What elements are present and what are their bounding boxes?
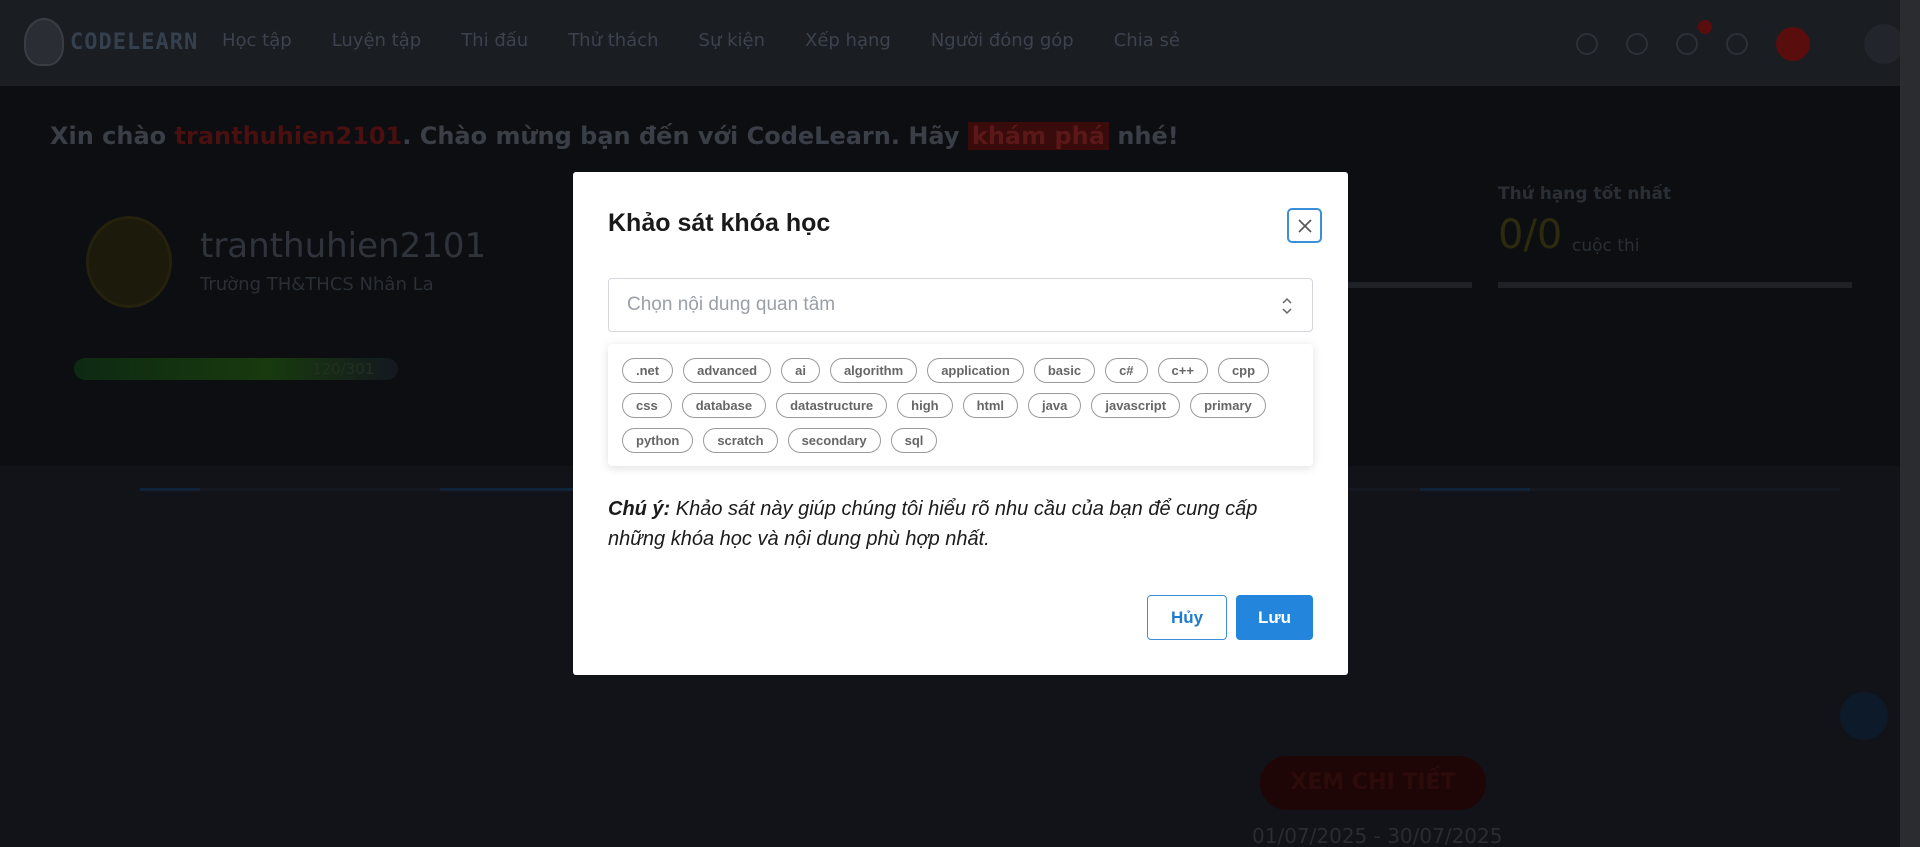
xp-progress-text: 120/301 xyxy=(312,360,375,378)
profile-school: Trường TH&THCS Nhân La xyxy=(200,274,434,295)
logo-text: CODELEARN xyxy=(70,29,199,55)
tag-options-dropdown: .net advanced ai algorithm application b… xyxy=(608,344,1313,466)
profile-avatar[interactable] xyxy=(86,216,172,308)
tag-option[interactable]: python xyxy=(622,428,694,453)
cancel-button[interactable]: Hủy xyxy=(1147,595,1227,640)
main-nav: Học tập Luyện tập Thi đấu Thử thách Sự k… xyxy=(222,30,1180,51)
tag-option[interactable]: cpp xyxy=(1217,358,1270,383)
tag-option[interactable]: database xyxy=(681,393,767,418)
user-avatar[interactable] xyxy=(1864,24,1904,64)
note-text: Khảo sát này giúp chúng tôi hiểu rõ nhu … xyxy=(608,498,1258,550)
tag-option[interactable]: .net xyxy=(622,358,674,383)
logo[interactable]: CODELEARN xyxy=(24,18,198,66)
explore-link[interactable]: khám phá xyxy=(967,122,1109,150)
stat-bar xyxy=(1498,282,1852,288)
nav-item-xep-hang[interactable]: Xếp hạng xyxy=(805,30,891,51)
tag-option[interactable]: advanced xyxy=(683,358,772,383)
greeting-suffix: nhé! xyxy=(1117,122,1179,150)
select-placeholder: Chọn nội dung quan tâm xyxy=(627,294,836,315)
greeting-mid: . Chào mừng bạn đến với CodeLearn. Hãy xyxy=(402,122,960,150)
nav-actions xyxy=(1576,24,1904,64)
profile-username: tranthuhien2101 xyxy=(200,226,487,266)
nav-item-luyen-tap[interactable]: Luyện tập xyxy=(332,30,422,51)
greeting-prefix: Xin chào xyxy=(50,122,167,150)
nav-item-chia-se[interactable]: Chia sẻ xyxy=(1114,30,1180,51)
tag-option[interactable]: css xyxy=(622,393,672,418)
nav-item-hoc-tap[interactable]: Học tập xyxy=(222,30,292,51)
scrollbar[interactable] xyxy=(1900,0,1920,847)
interest-select[interactable]: Chọn nội dung quan tâm xyxy=(608,278,1313,332)
chat-fab-icon[interactable] xyxy=(1840,692,1888,740)
tag-option[interactable]: high xyxy=(897,393,953,418)
tag-option[interactable]: basic xyxy=(1033,358,1096,383)
chat-icon[interactable] xyxy=(1626,33,1648,55)
tag-option[interactable]: application xyxy=(927,358,1024,383)
search-icon[interactable] xyxy=(1576,33,1598,55)
tag-option[interactable]: sql xyxy=(890,428,938,453)
tag-option[interactable]: ai xyxy=(781,358,820,383)
tag-option[interactable]: c++ xyxy=(1157,358,1208,383)
best-rank-unit: cuộc thi xyxy=(1572,236,1640,256)
nav-item-thu-thach[interactable]: Thử thách xyxy=(568,30,658,51)
note-label: Chú ý: xyxy=(608,498,671,520)
tag-option[interactable]: c# xyxy=(1105,358,1148,383)
modal-title: Khảo sát khóa học xyxy=(608,209,831,237)
tag-option[interactable]: datastructure xyxy=(776,393,888,418)
tag-option[interactable]: java xyxy=(1028,393,1082,418)
greeting: Xin chào tranthuhien2101. Chào mừng bạn … xyxy=(50,122,1179,150)
tag-option[interactable]: html xyxy=(962,393,1019,418)
event-dates: 01/07/2025 - 30/07/2025 xyxy=(1252,824,1503,847)
nav-item-nguoi-dong-gop[interactable]: Người đóng góp xyxy=(931,30,1074,51)
tag-option[interactable]: algorithm xyxy=(829,358,918,383)
tag-option[interactable]: primary xyxy=(1190,393,1266,418)
logo-mark-icon xyxy=(24,18,64,66)
greeting-username: tranthuhien2101 xyxy=(174,122,403,150)
cart-icon[interactable] xyxy=(1676,33,1698,55)
view-details-button[interactable]: XEM CHI TIẾT xyxy=(1260,756,1486,810)
nav-item-thi-dau[interactable]: Thi đấu xyxy=(461,30,528,51)
best-rank-value: 0/0 xyxy=(1498,212,1563,258)
save-button[interactable]: Lưu xyxy=(1236,595,1313,640)
chevron-up-down-icon xyxy=(1282,297,1292,315)
close-button[interactable] xyxy=(1287,208,1322,243)
bell-icon[interactable] xyxy=(1726,33,1748,55)
best-rank-label: Thứ hạng tốt nhất xyxy=(1498,184,1672,204)
course-survey-modal: Khảo sát khóa học Chọn nội dung quan tâm… xyxy=(573,172,1348,675)
close-icon xyxy=(1297,218,1312,233)
tag-option[interactable]: secondary xyxy=(787,428,881,453)
cart-badge xyxy=(1698,20,1712,34)
top-navbar: CODELEARN Học tập Luyện tập Thi đấu Thử … xyxy=(0,0,1904,86)
tag-option[interactable]: scratch xyxy=(703,428,778,453)
nav-item-su-kien[interactable]: Sự kiện xyxy=(699,30,765,51)
tag-option[interactable]: javascript xyxy=(1091,393,1181,418)
language-flag-icon[interactable] xyxy=(1776,27,1810,61)
survey-note: Chú ý: Khảo sát này giúp chúng tôi hiểu … xyxy=(608,494,1308,554)
